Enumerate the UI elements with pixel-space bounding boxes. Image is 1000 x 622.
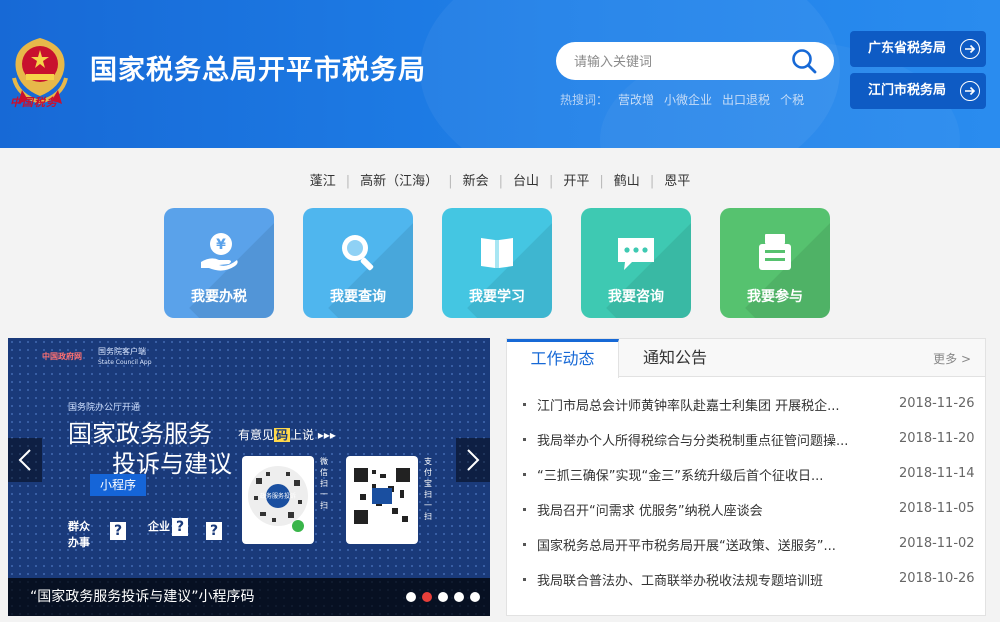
chat-icon [618, 238, 654, 270]
news-title-link[interactable]: “三抓三确保”实现“金三”系统升级后首个征收日... [537, 465, 887, 484]
chevron-right-icon [467, 449, 480, 471]
state-council-app-logo: 国务院客户端 State Council App [98, 347, 152, 366]
jiangmen-tax-link-button[interactable]: 江门市税务局 [850, 73, 986, 109]
arrow-right-icon [960, 39, 980, 59]
district-link[interactable]: 台山 [513, 170, 539, 189]
hot-word-link[interactable]: 个税 [780, 91, 804, 108]
news-item: 我局举办个人所得税综合与分类税制重点征管问题操... 2018-11-20 [507, 430, 985, 465]
district-link[interactable]: 鹤山 [614, 170, 640, 189]
news-date: 2018-11-14 [899, 466, 975, 481]
news-title-link[interactable]: 江门市局总会计师黄钟率队赴嘉士利集团 开展税企... [537, 395, 887, 414]
news-item: “三抓三确保”实现“金三”系统升级后首个征收日... 2018-11-14 [507, 465, 985, 500]
carousel-dot[interactable] [470, 592, 480, 602]
magnifier-icon [342, 235, 374, 271]
qr-badge-text: 政务服务投诉 [260, 492, 296, 500]
wechat-scan-label: 微信扫一扫 [320, 457, 328, 510]
search-input[interactable] [574, 42, 784, 80]
news-panel: 工作动态 通知公告 更多 > 江门市局总会计师黄钟率队赴嘉士利集团 开展税企..… [506, 338, 986, 616]
search-icon[interactable] [790, 47, 818, 75]
district-link[interactable]: 开平 [563, 170, 589, 189]
carousel-dot[interactable] [406, 592, 416, 602]
news-date: 2018-11-05 [899, 501, 975, 516]
carousel-next-button[interactable] [456, 438, 490, 482]
news-item: 我局召开“问需求 优服务”纳税人座谈会 2018-11-05 [507, 500, 985, 535]
service-label: 我要咨询 [608, 289, 664, 305]
news-item: 国家税务总局开平市税务局开展“送政策、送服务”... 2018-11-02 [507, 535, 985, 570]
news-title-link[interactable]: 国家税务总局开平市税务局开展“送政策、送服务”... [537, 535, 887, 554]
service-label: 我要查询 [330, 289, 386, 305]
carousel-dot[interactable] [422, 592, 432, 602]
alipay-qr-code [346, 456, 418, 544]
service-label: 我要学习 [469, 289, 525, 305]
banner-logos: 中国政府网 国务院客户端 State Council App [42, 346, 152, 366]
carousel-dot[interactable] [438, 592, 448, 602]
nav-separator: | [498, 174, 503, 189]
link-label: 广东省税务局 [868, 41, 947, 56]
hot-word-link[interactable]: 出口退税 [722, 91, 770, 108]
news-tabs: 工作动态 通知公告 更多 > [507, 339, 985, 378]
guangdong-tax-link-button[interactable]: 广东省税务局 [850, 31, 986, 67]
arrow-right-icon [960, 81, 980, 101]
book-icon [481, 238, 513, 268]
hot-word-link[interactable]: 营改增 [618, 91, 654, 108]
nav-separator: | [549, 174, 554, 189]
banner-subtitle: 国务院办公厅开通 [68, 403, 141, 413]
carousel-caption[interactable]: “国家政务服务投诉与建议”小程序码 [30, 586, 255, 606]
news-title-link[interactable]: 我局召开“问需求 优服务”纳税人座谈会 [537, 500, 887, 519]
news-date: 2018-10-26 [899, 571, 975, 586]
nav-separator: | [599, 174, 604, 189]
tab-notices[interactable]: 通知公告 [625, 339, 725, 377]
hot-search-label: 热搜词： [560, 93, 609, 107]
nav-separator: | [649, 174, 655, 189]
enterprise-service-promo: 企业? [148, 518, 188, 536]
link-label: 江门市税务局 [868, 83, 947, 98]
district-link[interactable]: 新会 [463, 170, 489, 189]
news-item: 我局联合普法办、工商联举办税收法规专题培训班 2018-10-26 [507, 570, 985, 605]
district-link[interactable]: 蓬江 [310, 170, 336, 189]
search-box [556, 42, 834, 80]
news-list: 江门市局总会计师黄钟率队赴嘉士利集团 开展税企... 2018-11-26 我局举… [507, 395, 985, 605]
news-title-link[interactable]: 我局联合普法办、工商联举办税收法规专题培训班 [537, 570, 887, 589]
mini-program-tag: 小程序 [90, 474, 146, 496]
gov-site-logo: 中国政府网 [42, 351, 82, 361]
hot-search-words: 热搜词： 营改增 小微企业 出口退税 个税 [560, 91, 814, 108]
news-title-link[interactable]: 我局举办个人所得税综合与分类税制重点征管问题操... [537, 430, 887, 449]
site-title: 国家税务总局开平市税务局 [90, 55, 426, 86]
alipay-scan-label: 支付宝扫一扫 [424, 457, 432, 521]
nav-separator: | [448, 174, 453, 189]
ballot-box-icon [759, 234, 791, 270]
carousel-pager [406, 592, 480, 602]
carousel-banner[interactable]: 中国政府网 国务院客户端 State Council App 国务院办公厅开通 国… [8, 338, 490, 616]
tab-work-news[interactable]: 工作动态 [507, 339, 619, 378]
citizen-service-promo: 群众 办事 [68, 520, 90, 549]
news-date: 2018-11-02 [899, 536, 975, 551]
news-date: 2018-11-26 [899, 396, 975, 411]
site-header: 中国税务 国家税务总局开平市税务局 热搜词： 营改增 小微企业 出口退税 个税 … [0, 0, 1000, 148]
svg-text:¥: ¥ [216, 237, 226, 253]
service-tile-participate[interactable]: 我要参与 [720, 208, 830, 318]
feedback-slogan: 有意见码上说 ▸▸▸ [238, 428, 336, 442]
emblem-caption: 中国税务 [10, 96, 58, 109]
district-link[interactable]: 高新（江海） [360, 170, 438, 189]
service-tile-consult[interactable]: 我要咨询 [581, 208, 691, 318]
service-label: 我要参与 [747, 289, 803, 305]
service-tile-handle-tax[interactable]: ¥ 我要办税 [164, 208, 274, 318]
district-nav: 蓬江 | 高新（江海） | 新会 | 台山 | 开平 | 鹤山 | 恩平 [0, 170, 1000, 189]
carousel-prev-button[interactable] [8, 438, 42, 482]
wechat-qr-code: 政务服务投诉 [242, 456, 314, 544]
hot-word-link[interactable]: 小微企业 [664, 91, 712, 108]
service-label: 我要办税 [191, 289, 247, 305]
nav-separator: | [345, 174, 351, 189]
news-item: 江门市局总会计师黄钟率队赴嘉士利集团 开展税企... 2018-11-26 [507, 395, 985, 430]
tax-money-icon: ¥ [201, 233, 238, 271]
district-link[interactable]: 恩平 [664, 170, 690, 189]
carousel-dot[interactable] [454, 592, 464, 602]
chevron-left-icon [18, 449, 31, 471]
news-date: 2018-11-20 [899, 431, 975, 446]
service-tile-query[interactable]: 我要查询 [303, 208, 413, 318]
more-link[interactable]: 更多 > [933, 350, 971, 367]
service-tile-learn[interactable]: 我要学习 [442, 208, 552, 318]
